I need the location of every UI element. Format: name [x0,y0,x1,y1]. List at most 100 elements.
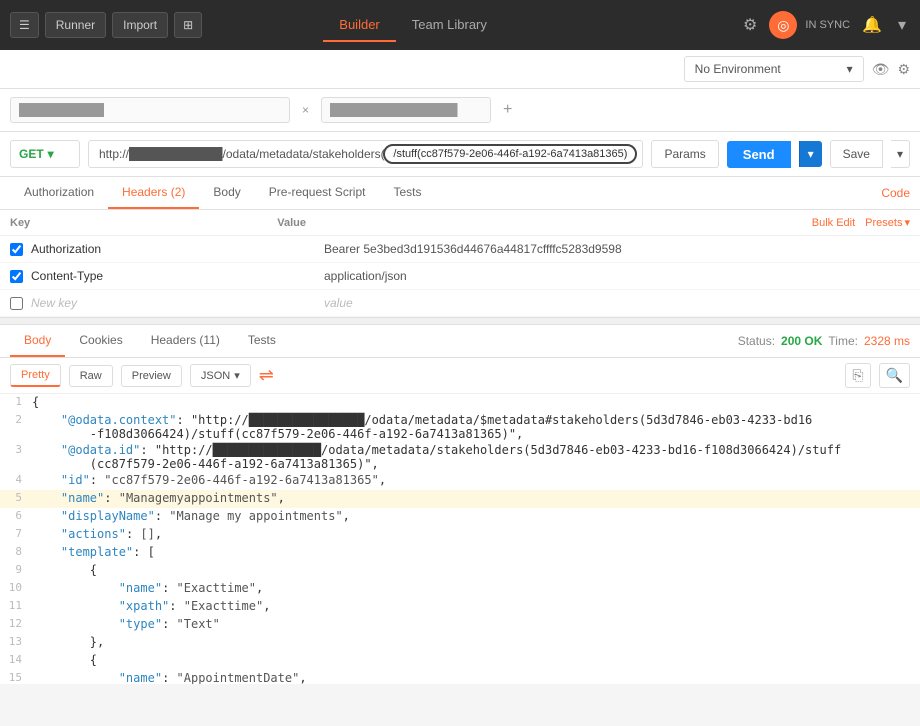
collection-tab-2[interactable] [321,97,491,123]
response-status: Status: 200 OK Time: 2328 ms [738,334,910,348]
tab-headers[interactable]: Headers (2) [108,177,199,209]
send-chevron-icon: ▾ [808,147,814,161]
line-number: 13 [0,635,32,648]
save-chevron-icon: ▾ [897,147,903,161]
line-content: "name": "Managemyappointments", [32,491,920,505]
close-tab-button[interactable]: × [298,103,313,117]
code-line-4: 4 "id": "cc87f579-2e06-446f-a192-6a7413a… [0,472,920,490]
header-new-checkbox[interactable] [10,297,23,310]
line-content: { [32,563,920,577]
filter-icon[interactable]: ⇌ [259,365,274,386]
sync-status: IN SYNC [805,19,850,31]
presets-link[interactable]: Presets ▾ [865,216,910,229]
line-number: 3 [0,443,32,456]
headers-toolbar: Key Value Bulk Edit Presets ▾ [0,210,920,236]
tab-builder[interactable]: Builder [323,9,395,42]
import-button[interactable]: Import [112,12,168,38]
format-select[interactable]: JSON ▾ [190,364,251,387]
line-number: 2 [0,413,32,426]
code-line-3: 3 "@odata.id": "http://███████████████/o… [0,442,920,472]
presets-chevron-icon: ▾ [904,216,910,229]
code-line-8: 8 "template": [ [0,544,920,562]
tab-authorization[interactable]: Authorization [10,177,108,209]
request-row: GET ▾ /stuff(cc87f579-2e06-446f-a192-6a7… [0,132,920,177]
gear-icon[interactable]: ⚙ [897,61,910,78]
resp-tab-body[interactable]: Body [10,325,65,357]
new-tab-button[interactable]: ⊞ [174,12,202,38]
eye-icon[interactable]: 👁 [872,61,890,78]
save-button[interactable]: Save [830,140,883,168]
runner-button[interactable]: Runner [45,12,106,38]
code-link[interactable]: Code [881,178,910,208]
save-dropdown-button[interactable]: ▾ [891,140,910,168]
tab-body[interactable]: Body [199,177,254,209]
tab-team-library[interactable]: Team Library [396,9,503,42]
code-area: 1{2 "@odata.context": "http://██████████… [0,394,920,684]
url-input[interactable] [88,140,643,168]
key-col-header: Key [10,217,277,229]
format-chevron-icon: ▾ [234,369,240,382]
line-number: 8 [0,545,32,558]
send-dropdown-button[interactable]: ▾ [799,141,822,167]
sidebar-icon: ☰ [19,18,30,32]
line-content: { [32,653,920,667]
line-content: }, [32,635,920,649]
tab-tests[interactable]: Tests [379,177,435,209]
sync-button[interactable]: ◎ [769,11,797,39]
header-1-key: Authorization [31,242,324,256]
tab-pre-request[interactable]: Pre-request Script [255,177,380,209]
search-button[interactable]: 🔍 [879,363,910,388]
pretty-button[interactable]: Pretty [10,364,61,387]
status-value: 200 OK [781,334,822,348]
copy-button[interactable]: ⎘ [845,363,870,388]
line-content: "@odata.context": "http://██████████████… [32,413,920,441]
header-row-new: New key value [0,290,920,317]
code-line-14: 14 { [0,652,920,670]
line-content: "displayName": "Manage my appointments", [32,509,920,523]
response-tabs: Body Cookies Headers (11) Tests Status: … [0,325,920,358]
settings-icon[interactable]: ⚙ [739,11,761,39]
collection-tabs: × + [0,89,920,132]
send-button[interactable]: Send [727,141,791,168]
add-tab-button[interactable]: + [499,101,516,119]
params-button[interactable]: Params [651,140,718,168]
line-content: "xpath": "Exacttime", [32,599,920,613]
code-line-10: 10 "name": "Exacttime", [0,580,920,598]
header-new-value[interactable]: value [324,296,910,310]
preview-button[interactable]: Preview [121,365,182,387]
headers-area: Key Value Bulk Edit Presets ▾ Authorizat… [0,210,920,317]
line-number: 1 [0,395,32,408]
resp-tab-cookies[interactable]: Cookies [65,325,136,357]
header-1-checkbox[interactable] [10,243,23,256]
line-content: { [32,395,920,409]
raw-button[interactable]: Raw [69,365,113,387]
code-line-9: 9 { [0,562,920,580]
collection-tab-1[interactable] [10,97,290,123]
line-number: 7 [0,527,32,540]
code-line-15: 15 "name": "AppointmentDate", [0,670,920,684]
sidebar-toggle-button[interactable]: ☰ [10,12,39,38]
section-divider [0,317,920,325]
header-new-key[interactable]: New key [31,296,324,310]
chevron-down-icon[interactable]: ▾ [894,11,910,39]
environment-select[interactable]: No Environment ▾ [684,56,864,82]
resp-tab-tests[interactable]: Tests [234,325,290,357]
line-content: "id": "cc87f579-2e06-446f-a192-6a7413a81… [32,473,920,487]
code-line-5: 5 "name": "Managemyappointments", [0,490,920,508]
time-value: 2328 ms [864,334,910,348]
status-label: Status: [738,334,775,348]
new-tab-icon: ⊞ [183,18,193,32]
header-2-key: Content-Type [31,269,324,283]
resp-tab-headers[interactable]: Headers (11) [137,325,234,357]
bell-icon[interactable]: 🔔 [858,11,886,39]
line-number: 9 [0,563,32,576]
header-1-value: Bearer 5e3bed3d191536d44676a44817cffffc5… [324,242,910,256]
response-toolbar: Pretty Raw Preview JSON ▾ ⇌ ⎘ 🔍 [0,358,920,394]
code-line-7: 7 "actions": [], [0,526,920,544]
method-select[interactable]: GET ▾ [10,140,80,168]
bulk-edit-link[interactable]: Bulk Edit [812,217,855,229]
request-tabs: Authorization Headers (2) Body Pre-reque… [0,177,920,210]
top-bar: ☰ Runner Import ⊞ Builder Team Library ⚙… [0,0,920,50]
header-2-checkbox[interactable] [10,270,23,283]
line-number: 4 [0,473,32,486]
